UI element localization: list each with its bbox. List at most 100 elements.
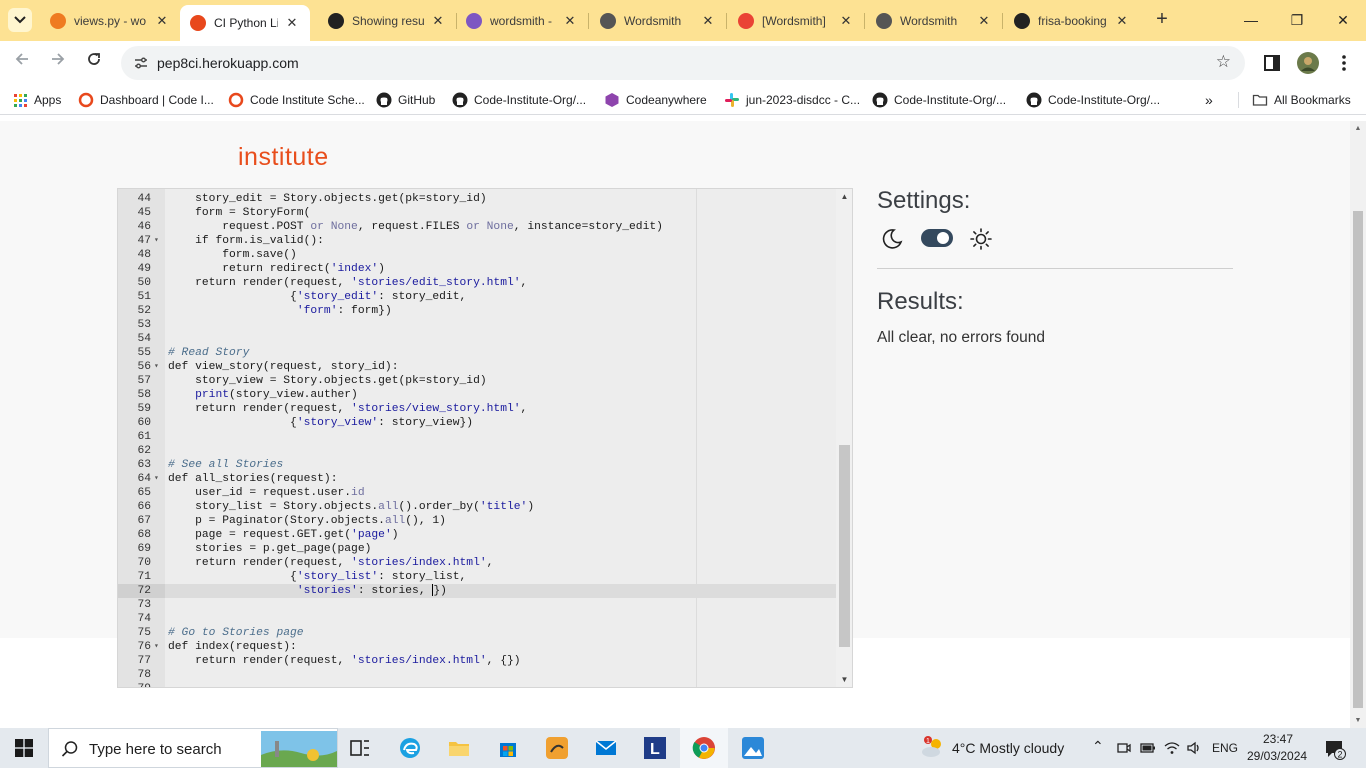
- input-language[interactable]: ENG: [1212, 741, 1238, 755]
- new-tab-button[interactable]: +: [1150, 8, 1174, 32]
- code-line[interactable]: 57 story_view = Story.objects.get(pk=sto…: [118, 374, 838, 388]
- tab-close-icon[interactable]: ✕: [700, 13, 716, 29]
- clock-time[interactable]: 23:47: [1263, 732, 1293, 746]
- code-line[interactable]: 64 ▾ def all_stories(request):: [118, 472, 838, 486]
- code-line[interactable]: 48 form.save(): [118, 248, 838, 262]
- notifications-icon[interactable]: 2: [1324, 738, 1346, 760]
- reload-button[interactable]: [82, 51, 106, 75]
- fold-toggle-icon[interactable]: ▾: [154, 360, 159, 374]
- mail-icon[interactable]: [594, 736, 618, 760]
- code-line[interactable]: 59 return render(request, 'stories/view_…: [118, 402, 838, 416]
- windows-start-icon[interactable]: [15, 739, 33, 757]
- code-line[interactable]: 73: [118, 598, 838, 612]
- file-explorer-icon[interactable]: [447, 736, 471, 760]
- bookmarks-overflow-button[interactable]: »: [1205, 91, 1213, 109]
- code-line[interactable]: 52 'form': form}): [118, 304, 838, 318]
- code-line[interactable]: 66 story_list = Story.objects.all().orde…: [118, 500, 838, 514]
- code-line[interactable]: 47 ▾ if form.is_valid():: [118, 234, 838, 248]
- bookmark-item[interactable]: Code-Institute-Org/...: [1026, 91, 1160, 109]
- page-scrollbar[interactable]: ▲ ▼: [1350, 121, 1366, 728]
- code-line[interactable]: 70 return render(request, 'stories/index…: [118, 556, 838, 570]
- site-settings-icon[interactable]: [133, 55, 149, 71]
- code-line[interactable]: 50 return render(request, 'stories/edit_…: [118, 276, 838, 290]
- edge-icon[interactable]: [398, 736, 422, 760]
- page-scroll-down-icon[interactable]: ▼: [1353, 717, 1363, 724]
- code-line[interactable]: 62: [118, 444, 838, 458]
- bookmark-star-icon[interactable]: ☆: [1216, 52, 1231, 72]
- code-line[interactable]: 61: [118, 430, 838, 444]
- more-menu-icon[interactable]: [1334, 53, 1354, 73]
- code-line[interactable]: 46 request.POST or None, request.FILES o…: [118, 220, 838, 234]
- bookmark-item[interactable]: Code-Institute-Org/...: [452, 91, 586, 109]
- scroll-up-icon[interactable]: ▲: [839, 192, 850, 201]
- bookmark-item[interactable]: jun-2023-disdcc - C...: [724, 91, 860, 109]
- code-line[interactable]: 68 page = request.GET.get('page'): [118, 528, 838, 542]
- code-line[interactable]: 56 ▾ def view_story(request, story_id):: [118, 360, 838, 374]
- task-view-icon[interactable]: [348, 736, 372, 760]
- bookmark-item[interactable]: Dashboard | Code I...: [78, 91, 214, 109]
- tab-search-button[interactable]: [8, 8, 32, 32]
- chrome-icon[interactable]: [692, 736, 716, 760]
- code-line[interactable]: 72 'stories': stories, }): [118, 584, 838, 598]
- fold-toggle-icon[interactable]: ▾: [154, 472, 159, 486]
- app-icon-orange[interactable]: [545, 736, 569, 760]
- battery-icon[interactable]: [1140, 740, 1156, 756]
- code-line[interactable]: 44 story_edit = Story.objects.get(pk=sto…: [118, 192, 838, 206]
- code-line[interactable]: 60 {'story_view': story_view}): [118, 416, 838, 430]
- forward-button[interactable]: [46, 51, 70, 75]
- bookmark-item[interactable]: Apps: [12, 91, 61, 109]
- clock-date[interactable]: 29/03/2024: [1247, 749, 1307, 763]
- wifi-icon[interactable]: [1164, 740, 1180, 756]
- bookmark-item[interactable]: GitHub: [376, 91, 435, 109]
- tab-close-icon[interactable]: ✕: [154, 13, 170, 29]
- code-line[interactable]: 55 # Read Story: [118, 346, 838, 360]
- weather-icon[interactable]: 1: [920, 736, 946, 760]
- tray-chevron-up-icon[interactable]: ⌃: [1092, 738, 1104, 755]
- editor-scroll-thumb[interactable]: [839, 445, 850, 647]
- code-line[interactable]: 71 {'story_list': story_list,: [118, 570, 838, 584]
- side-panel-icon[interactable]: [1262, 53, 1282, 73]
- bookmark-item[interactable]: Codeanywhere: [604, 91, 707, 109]
- profile-avatar[interactable]: [1297, 52, 1319, 74]
- bookmark-item[interactable]: Code Institute Sche...: [228, 91, 365, 109]
- url-text[interactable]: pep8ci.herokuapp.com: [157, 55, 299, 71]
- browser-tab[interactable]: Showing resu ✕: [318, 6, 456, 35]
- minimize-button[interactable]: —: [1228, 8, 1274, 32]
- code-line[interactable]: 49 return redirect('index'): [118, 262, 838, 276]
- fold-toggle-icon[interactable]: ▾: [154, 640, 159, 654]
- code-line[interactable]: 79: [118, 682, 838, 687]
- tab-close-icon[interactable]: ✕: [1114, 13, 1130, 29]
- code-line[interactable]: 58 print(story_view.auther): [118, 388, 838, 402]
- page-scroll-thumb[interactable]: [1353, 211, 1363, 708]
- browser-tab[interactable]: Wordsmith ✕: [590, 6, 726, 35]
- photos-icon[interactable]: [741, 736, 765, 760]
- bookmark-item[interactable]: Code-Institute-Org/...: [872, 91, 1006, 109]
- app-l-icon[interactable]: L: [643, 736, 667, 760]
- theme-toggle[interactable]: [921, 229, 953, 247]
- all-bookmarks-button[interactable]: All Bookmarks: [1252, 91, 1351, 109]
- code-line[interactable]: 45 form = StoryForm(: [118, 206, 838, 220]
- close-window-button[interactable]: ✕: [1320, 8, 1366, 32]
- code-line[interactable]: 75 # Go to Stories page: [118, 626, 838, 640]
- back-button[interactable]: [10, 51, 34, 75]
- code-line[interactable]: 54: [118, 332, 838, 346]
- browser-tab[interactable]: Wordsmith ✕: [866, 6, 1002, 35]
- meet-now-icon[interactable]: [1116, 740, 1132, 756]
- tab-close-icon[interactable]: ✕: [430, 13, 446, 29]
- browser-tab[interactable]: views.py - wo ✕: [40, 6, 180, 35]
- taskbar-search[interactable]: Type here to search: [48, 728, 338, 768]
- browser-tab[interactable]: CI Python Lin ✕: [180, 5, 310, 41]
- microsoft-store-icon[interactable]: [496, 736, 520, 760]
- browser-tab[interactable]: wordsmith - ✕: [456, 6, 588, 35]
- code-line[interactable]: 74: [118, 612, 838, 626]
- code-line[interactable]: 63 # See all Stories: [118, 458, 838, 472]
- tab-close-icon[interactable]: ✕: [838, 13, 854, 29]
- code-editor[interactable]: 44 story_edit = Story.objects.get(pk=sto…: [117, 188, 853, 688]
- tab-close-icon[interactable]: ✕: [976, 13, 992, 29]
- volume-icon[interactable]: [1186, 740, 1202, 756]
- address-bar[interactable]: pep8ci.herokuapp.com ☆: [121, 46, 1245, 80]
- restore-button[interactable]: ❐: [1274, 8, 1320, 32]
- code-line[interactable]: 51 {'story_edit': story_edit,: [118, 290, 838, 304]
- code-line[interactable]: 78: [118, 668, 838, 682]
- code-line[interactable]: 65 user_id = request.user.id: [118, 486, 838, 500]
